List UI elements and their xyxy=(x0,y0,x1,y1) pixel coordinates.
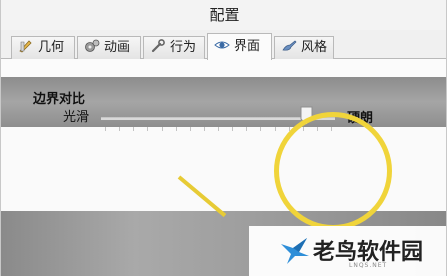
tab-animation[interactable]: 动画 xyxy=(77,36,141,59)
slider-tick xyxy=(218,127,219,131)
watermark-sub: LNQS.NET xyxy=(349,262,388,269)
window-title: 配置 xyxy=(1,0,446,30)
slider-tick xyxy=(274,127,276,131)
bird-logo-icon xyxy=(279,234,313,266)
slider-min-label: 光滑 xyxy=(63,110,90,125)
slider-tick xyxy=(105,127,106,131)
slider-tick xyxy=(232,127,234,131)
config-window: 配置 几何 动画 行为 界面 风格 边界对比 光滑 硬朗 老鸟软件园 LNQS.… xyxy=(0,0,447,276)
slider-tick xyxy=(133,127,135,131)
slider-tick xyxy=(260,127,262,131)
tab-interface[interactable]: 界面 xyxy=(207,33,272,60)
tab-behavior[interactable]: 行为 xyxy=(143,36,205,59)
tab-label: 几何 xyxy=(38,40,65,55)
tab-label: 风格 xyxy=(301,40,328,55)
tab-style[interactable]: 风格 xyxy=(274,36,334,59)
wrench-icon xyxy=(150,39,166,53)
ruler-pencil-icon xyxy=(18,39,34,53)
tab-label: 界面 xyxy=(234,39,261,54)
gears-icon xyxy=(84,39,100,53)
highlight-circle xyxy=(274,112,392,230)
watermark: 老鸟软件园 LNQS.NET xyxy=(249,226,446,276)
slider-tick xyxy=(189,127,191,131)
slider-tick xyxy=(203,127,205,131)
tab-label: 行为 xyxy=(170,40,197,55)
slider-tick xyxy=(246,127,248,131)
tab-geometry[interactable]: 几何 xyxy=(11,36,75,59)
slider-tick xyxy=(119,127,121,131)
slider-tick xyxy=(175,127,177,131)
setting-label: 边界对比 xyxy=(33,92,86,107)
tab-strip: 几何 动画 行为 界面 风格 xyxy=(1,33,446,60)
eye-icon xyxy=(214,36,230,50)
slider-tick xyxy=(147,127,149,131)
brush-icon xyxy=(281,39,297,53)
tab-label: 动画 xyxy=(104,40,131,55)
slider-tick xyxy=(161,127,163,131)
